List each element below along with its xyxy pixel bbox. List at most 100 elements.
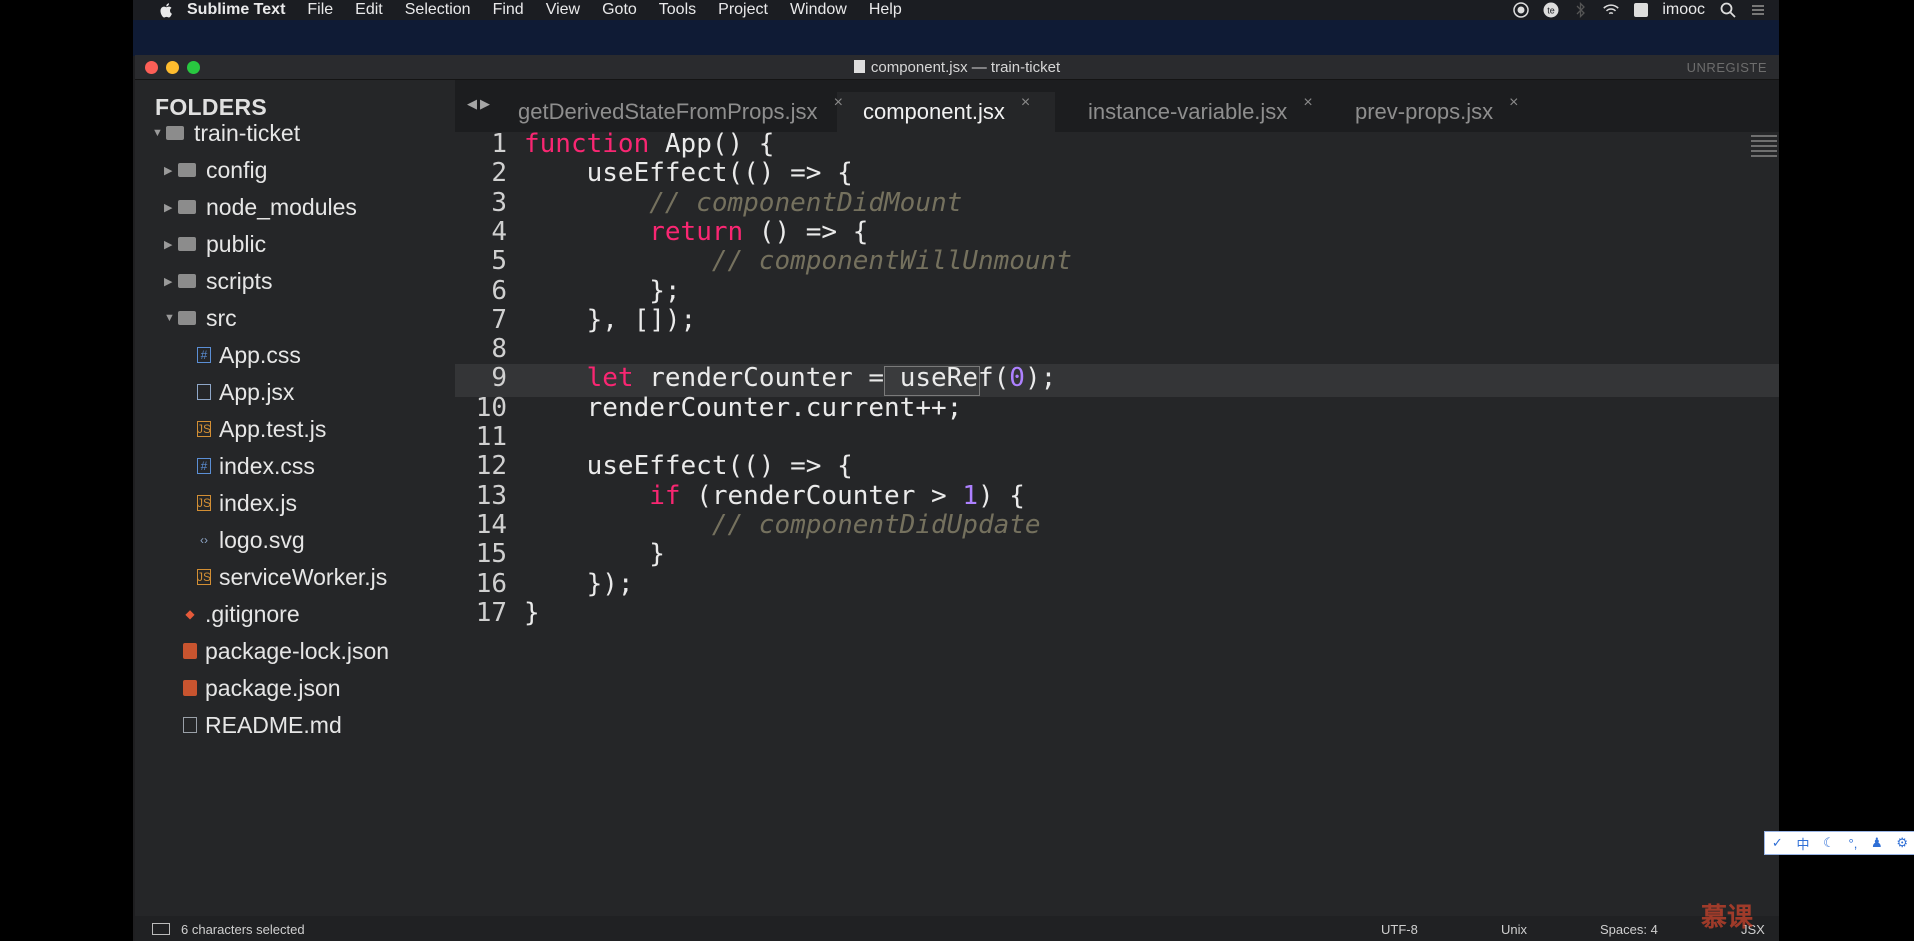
tree-folder-train-ticket[interactable]: ▼ train-ticket — [152, 116, 300, 150]
tree-item-label: App.test.js — [219, 415, 327, 442]
tab-getderivedstatefromprops[interactable]: getDerivedStateFromProps.jsx × — [518, 92, 843, 132]
close-icon[interactable]: × — [834, 94, 843, 112]
tab-nav-arrows-icon[interactable]: ◀▶ — [467, 96, 493, 112]
ime-chinese-mode[interactable]: 中 — [1796, 834, 1809, 853]
indentation-status[interactable]: Spaces: 4 — [1600, 922, 1658, 937]
js-file-icon: JS — [197, 495, 212, 511]
tree-folder-public[interactable]: ▶ public — [164, 227, 266, 261]
line-number: 17 — [475, 597, 507, 628]
ime-check-icon[interactable]: ✓ — [1772, 835, 1783, 851]
close-icon[interactable]: × — [1021, 94, 1030, 112]
menu-goto[interactable]: Goto — [602, 1, 637, 19]
jsx-file-icon — [197, 384, 211, 400]
ime-punctuation-icon[interactable]: °, — [1849, 836, 1858, 851]
tree-item-label: README.md — [205, 711, 342, 738]
folder-icon — [178, 274, 196, 288]
tab-label: instance-variable.jsx — [1088, 99, 1288, 124]
desktop-background — [133, 20, 1779, 56]
disclosure-closed-icon[interactable]: ▶ — [164, 238, 178, 251]
line-number: 15 — [475, 539, 507, 570]
disclosure-open-icon[interactable]: ▼ — [152, 127, 166, 139]
menu-selection[interactable]: Selection — [405, 1, 471, 19]
css-file-icon: # — [197, 458, 211, 474]
tree-folder-config[interactable]: ▶ config — [164, 153, 267, 187]
code-line[interactable]: }); — [524, 569, 634, 605]
selection-status: 6 characters selected — [181, 922, 305, 937]
tree-file-serviceworker-js[interactable]: JS serviceWorker.js — [197, 560, 387, 594]
tree-file-index-css[interactable]: # index.css — [197, 449, 315, 483]
tree-item-label: public — [206, 230, 267, 257]
tab-instance-variable[interactable]: instance-variable.jsx × — [1088, 92, 1313, 132]
close-icon[interactable]: × — [1509, 94, 1518, 112]
tree-file-package-lock-json[interactable]: package-lock.json — [183, 634, 389, 668]
window-titlebar[interactable]: component.jsx — train-ticket UNREGISTE — [135, 55, 1779, 80]
tree-folder-node-modules[interactable]: ▶ node_modules — [164, 190, 357, 224]
menu-file[interactable]: File — [307, 1, 333, 19]
keyword-token: function — [524, 129, 650, 159]
tree-file-app-test-js[interactable]: JS App.test.js — [197, 412, 326, 446]
line-number: 13 — [475, 480, 507, 511]
code-line[interactable]: renderCounter.current++; — [524, 393, 963, 429]
disclosure-closed-icon[interactable]: ▶ — [164, 201, 178, 214]
tree-item-label: train-ticket — [194, 119, 301, 146]
window-title: component.jsx — train-ticket — [135, 59, 1779, 76]
menu-bar: Sublime Text File Edit Selection Find Vi… — [133, 0, 1779, 20]
line-number: 5 — [491, 246, 507, 277]
disclosure-closed-icon[interactable]: ▶ — [164, 164, 178, 177]
menu-app-name[interactable]: Sublime Text — [187, 1, 285, 19]
svg-file-icon: ‹› — [200, 533, 208, 547]
wifi-icon[interactable] — [1602, 2, 1620, 18]
record-icon[interactable] — [1512, 2, 1530, 18]
tab-component[interactable]: component.jsx × — [863, 92, 1030, 132]
menu-view[interactable]: View — [546, 1, 580, 19]
tree-folder-src[interactable]: ▼ src — [164, 301, 237, 335]
tab-prev-props[interactable]: prev-props.jsx × — [1355, 92, 1519, 132]
control-center-icon[interactable] — [1749, 2, 1767, 18]
close-icon[interactable]: × — [1303, 94, 1312, 112]
input-source-icon[interactable] — [1632, 2, 1650, 18]
menu-tools[interactable]: Tools — [659, 1, 696, 19]
encoding-status[interactable]: UTF-8 — [1381, 922, 1418, 937]
disclosure-open-icon[interactable]: ▼ — [164, 312, 178, 324]
tree-file-gitignore[interactable]: ◆ .gitignore — [183, 597, 299, 631]
ime-user-icon[interactable]: ♟ — [1871, 835, 1883, 851]
tree-file-app-jsx[interactable]: App.jsx — [197, 375, 294, 409]
spotlight-search-icon[interactable] — [1719, 2, 1737, 18]
keyword-token: let — [586, 363, 634, 394]
document-icon — [853, 60, 865, 73]
menu-window[interactable]: Window — [790, 1, 847, 19]
ime-settings-icon[interactable]: ⚙ — [1896, 835, 1908, 851]
tree-item-label: package-lock.json — [205, 637, 390, 664]
disclosure-closed-icon[interactable]: ▶ — [164, 275, 178, 288]
line-number: 9 — [491, 363, 507, 394]
line-number: 4 — [491, 216, 507, 247]
tree-folder-scripts[interactable]: ▶ scripts — [164, 264, 272, 298]
tree-file-package-json[interactable]: package.json — [183, 671, 341, 705]
number-token: 1 — [962, 480, 978, 511]
menu-edit[interactable]: Edit — [355, 1, 383, 19]
line-number: 8 — [491, 334, 507, 365]
tree-file-index-js[interactable]: JS index.js — [197, 486, 297, 520]
code-line[interactable]: }, []); — [524, 305, 697, 341]
unregistered-label: UNREGISTE — [1686, 60, 1767, 75]
line-number: 10 — [475, 392, 507, 423]
ime-moon-icon[interactable]: ☾ — [1823, 835, 1835, 851]
tree-file-logo-svg[interactable]: ‹› logo.svg — [197, 523, 305, 557]
menu-project[interactable]: Project — [718, 1, 768, 19]
menu-help[interactable]: Help — [869, 1, 902, 19]
menu-user[interactable]: imooc — [1662, 1, 1705, 19]
te-icon[interactable]: te — [1542, 2, 1560, 18]
bluetooth-icon[interactable] — [1572, 2, 1590, 18]
code-line[interactable]: } — [524, 598, 540, 634]
panel-toggle-icon[interactable] — [152, 923, 170, 935]
line-endings-status[interactable]: Unix — [1501, 922, 1527, 937]
code-token: ); — [1024, 363, 1057, 394]
tree-file-readme-md[interactable]: README.md — [183, 708, 342, 742]
code-editor[interactable]: 1 2 3 4 5 6 7 8 9 10 11 12 13 14 15 16 17 function App()… — [455, 129, 1779, 916]
tree-file-app-css[interactable]: # App.css — [197, 338, 301, 372]
menu-find[interactable]: Find — [493, 1, 524, 19]
apple-icon[interactable] — [159, 2, 175, 18]
minimap[interactable] — [1749, 132, 1779, 172]
sublime-window: component.jsx — train-ticket UNREGISTE F… — [135, 55, 1779, 941]
